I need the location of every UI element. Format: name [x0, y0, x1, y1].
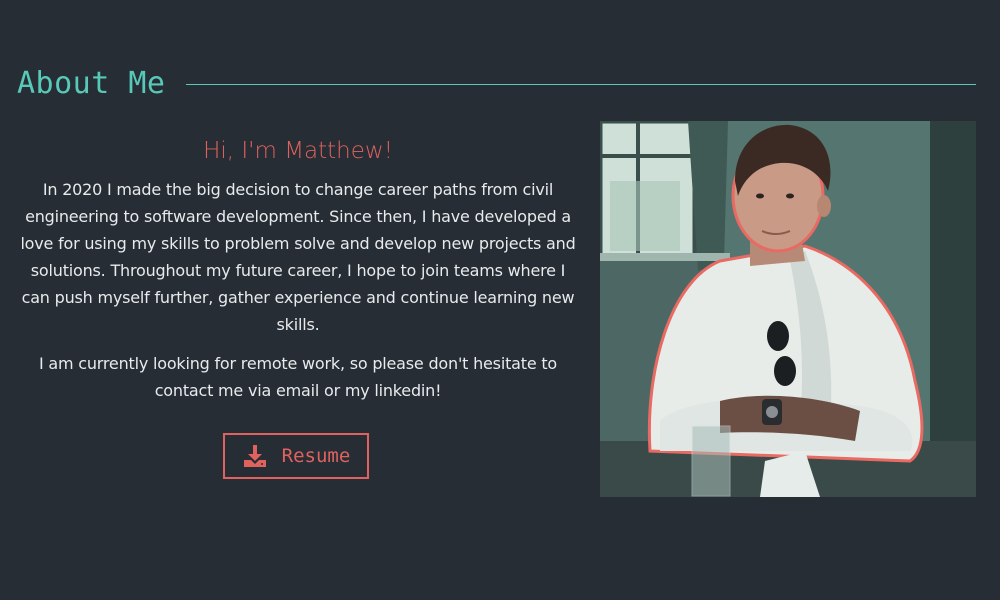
resume-button-label: Resume: [281, 445, 351, 467]
section-divider: [185, 83, 976, 85]
resume-button[interactable]: Resume: [223, 433, 369, 479]
section-title: About Me: [17, 65, 166, 101]
profile-photo: [600, 121, 976, 497]
about-text-block: Hi, I'm Matthew! In 2020 I made the big …: [18, 138, 578, 416]
greeting-heading: Hi, I'm Matthew!: [203, 138, 393, 164]
about-section-header: About Me: [17, 62, 976, 104]
about-paragraph-2: I am currently looking for remote work, …: [38, 354, 558, 400]
about-paragraph-1: In 2020 I made the big decision to chang…: [20, 180, 576, 334]
download-icon: [242, 443, 268, 469]
